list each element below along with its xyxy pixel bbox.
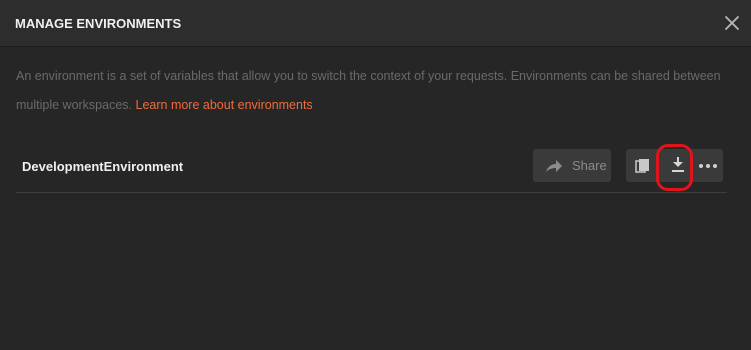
description-text: An environment is a set of variables tha… (16, 69, 721, 112)
download-icon (672, 157, 684, 172)
more-icon (699, 164, 717, 168)
environment-name[interactable]: DevelopmentEnvironment (22, 159, 183, 174)
close-button[interactable] (721, 12, 743, 34)
more-button[interactable] (694, 149, 722, 182)
share-label: Share (572, 158, 607, 173)
environment-row: DevelopmentEnvironment Share (16, 138, 727, 193)
close-icon (725, 16, 739, 30)
manage-environments-modal: MANAGE ENVIRONMENTS An environment is a … (0, 0, 751, 350)
duplicate-icon (635, 159, 649, 173)
duplicate-button[interactable] (629, 149, 657, 182)
modal-header: MANAGE ENVIRONMENTS (0, 0, 751, 47)
modal-title: MANAGE ENVIRONMENTS (15, 16, 182, 31)
learn-more-link[interactable]: Learn more about environments (136, 98, 313, 112)
share-button[interactable]: Share (533, 149, 611, 182)
environment-actions-group (626, 149, 723, 182)
environments-description: An environment is a set of variables tha… (16, 62, 726, 120)
download-button[interactable] (664, 149, 692, 182)
share-arrow-icon (546, 160, 562, 172)
